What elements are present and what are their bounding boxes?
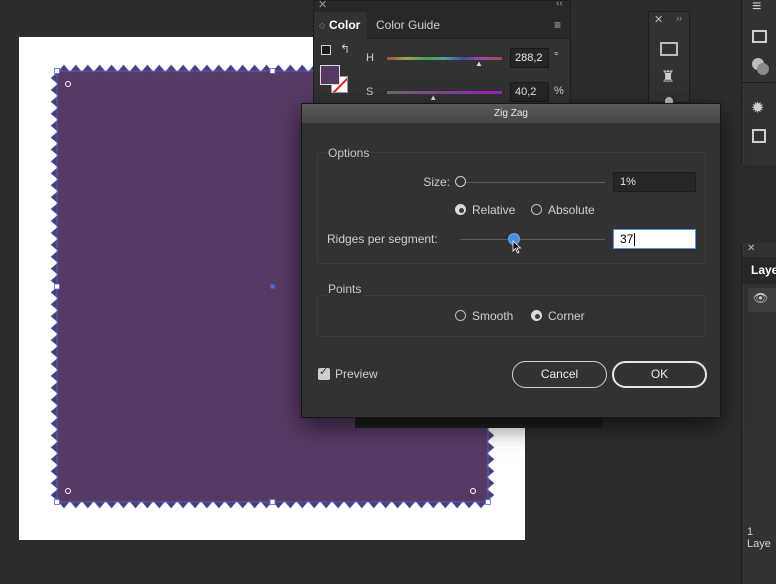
s-unit: % bbox=[554, 85, 564, 97]
tab-grip-icon: ◇ bbox=[319, 21, 326, 30]
selection-handle[interactable] bbox=[54, 283, 60, 290]
h-value-field[interactable]: 288,2 bbox=[510, 48, 549, 68]
preview-label[interactable]: Preview bbox=[335, 367, 378, 381]
expand-icon[interactable]: ›› bbox=[676, 13, 682, 23]
ridges-field[interactable]: 37 bbox=[613, 229, 696, 249]
panel-behind-dialog bbox=[355, 417, 603, 428]
relative-radio[interactable] bbox=[455, 204, 466, 215]
color-panel: ✕ ‹‹ ◇ Color Color Guide ≡ ↰ H ▲ 288,2 °… bbox=[313, 0, 571, 104]
selection-handle[interactable] bbox=[269, 68, 276, 74]
preview-checkbox[interactable]: ✓ bbox=[318, 366, 330, 380]
size-field[interactable]: 1% bbox=[613, 172, 696, 192]
panel-tabs: ◇ Color Color Guide ≡ bbox=[314, 12, 570, 39]
layers-count: 1 Laye bbox=[747, 526, 771, 550]
tab-layers[interactable]: Laye bbox=[751, 263, 776, 277]
default-colors-icon[interactable] bbox=[321, 45, 331, 55]
corner-label[interactable]: Corner bbox=[548, 309, 585, 323]
close-icon[interactable]: ✕ bbox=[654, 13, 663, 26]
swap-colors-icon[interactable]: ↰ bbox=[340, 42, 350, 56]
center-point bbox=[270, 284, 275, 289]
ok-button[interactable]: OK bbox=[612, 361, 707, 388]
selection-handle[interactable] bbox=[485, 499, 491, 505]
s-slider-thumb[interactable]: ▲ bbox=[429, 93, 437, 102]
symbol-sprayer-icon[interactable]: ♜ bbox=[661, 67, 675, 87]
panel-menu-icon[interactable]: ≡ bbox=[554, 12, 561, 39]
close-icon[interactable]: ✕ bbox=[318, 0, 327, 11]
relative-label[interactable]: Relative bbox=[472, 203, 515, 217]
dock-divider bbox=[742, 82, 775, 83]
close-icon[interactable]: ✕ bbox=[747, 243, 755, 254]
points-group-label: Points bbox=[326, 282, 364, 296]
layers-panel: ✕ Laye 👁 1 Laye bbox=[741, 243, 776, 584]
fill-swatch[interactable] bbox=[320, 65, 340, 85]
layer-row[interactable]: 👁 bbox=[748, 288, 776, 312]
eye-icon[interactable]: 👁 bbox=[753, 291, 768, 305]
s-value-field[interactable]: 40,2 bbox=[510, 82, 549, 102]
selection-handle[interactable] bbox=[54, 499, 60, 505]
ridges-slider-track[interactable] bbox=[460, 239, 605, 240]
mouse-cursor-icon bbox=[512, 240, 522, 254]
size-slider-track[interactable] bbox=[460, 182, 605, 183]
absolute-radio[interactable] bbox=[531, 204, 542, 215]
appearance-icon-back bbox=[757, 63, 769, 75]
selection-handle[interactable] bbox=[269, 499, 276, 505]
size-slider-thumb[interactable] bbox=[455, 176, 466, 187]
tab-color-guide[interactable]: Color Guide bbox=[376, 12, 440, 39]
smooth-radio[interactable] bbox=[455, 310, 466, 321]
corner-radio[interactable] bbox=[531, 310, 542, 321]
panel-topbar: ✕ ‹‹ bbox=[314, 0, 570, 12]
selection-handle[interactable] bbox=[54, 68, 60, 74]
absolute-label[interactable]: Absolute bbox=[548, 203, 595, 217]
collapse-icon[interactable]: ‹‹ bbox=[556, 0, 563, 9]
zigzag-dialog: Zig Zag Options Size: 1% Relative Absolu… bbox=[301, 103, 721, 418]
s-label: S bbox=[366, 86, 374, 98]
h-slider-track[interactable] bbox=[387, 57, 502, 60]
align-icon[interactable] bbox=[660, 42, 678, 56]
cancel-button[interactable]: Cancel bbox=[512, 361, 607, 388]
menu-icon[interactable]: ≡ bbox=[752, 0, 761, 16]
checkmark-icon: ✓ bbox=[319, 366, 329, 378]
options-group-label: Options bbox=[326, 146, 372, 160]
transform-icon[interactable] bbox=[752, 129, 766, 143]
smooth-label[interactable]: Smooth bbox=[472, 309, 513, 323]
layout-icon[interactable] bbox=[752, 30, 767, 43]
gear-icon[interactable]: ✹ bbox=[751, 98, 764, 118]
h-unit: ° bbox=[554, 51, 559, 63]
h-label: H bbox=[366, 52, 374, 64]
size-label: Size: bbox=[423, 175, 450, 189]
ridges-label: Ridges per segment: bbox=[327, 232, 438, 246]
h-slider-thumb[interactable]: ▲ bbox=[475, 59, 483, 68]
right-dock: ≡ ✹ bbox=[741, 0, 776, 165]
dialog-title: Zig Zag bbox=[302, 104, 720, 123]
tools-panel: ✕ ›› ♜ bbox=[648, 11, 690, 103]
s-slider-track[interactable] bbox=[387, 91, 502, 94]
